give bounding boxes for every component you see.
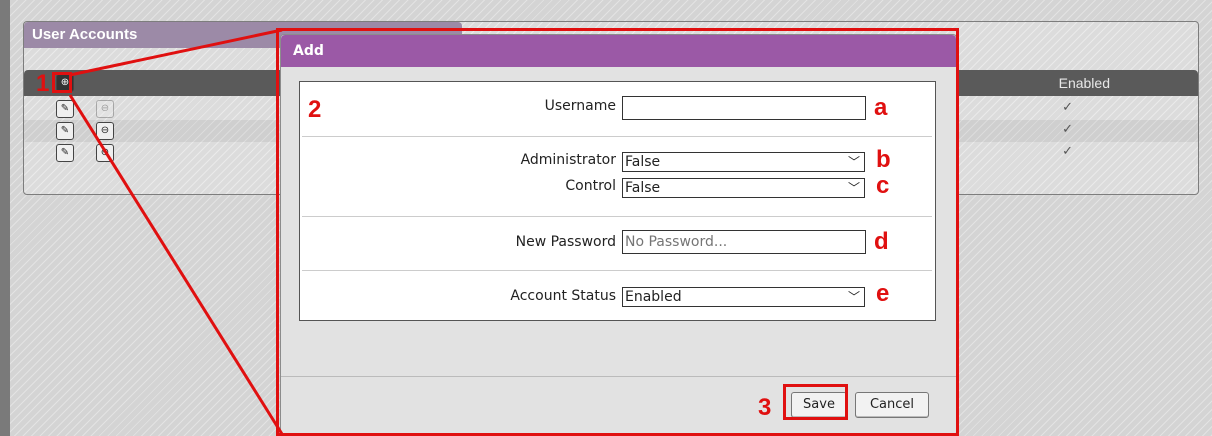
annotation-c: c — [876, 172, 890, 199]
annotation-step-1: 1 — [36, 70, 50, 97]
annotation-b: b — [876, 146, 891, 173]
annotation-d: d — [874, 228, 889, 255]
annotation-box-add — [52, 72, 72, 93]
annotation-step-2: 2 — [308, 96, 322, 123]
annotation-box-save — [783, 384, 848, 420]
annotation-step-3: 3 — [758, 394, 772, 421]
annotation-box-dialog — [276, 28, 959, 436]
annotation-a: a — [874, 94, 888, 121]
annotation-e: e — [876, 280, 890, 307]
